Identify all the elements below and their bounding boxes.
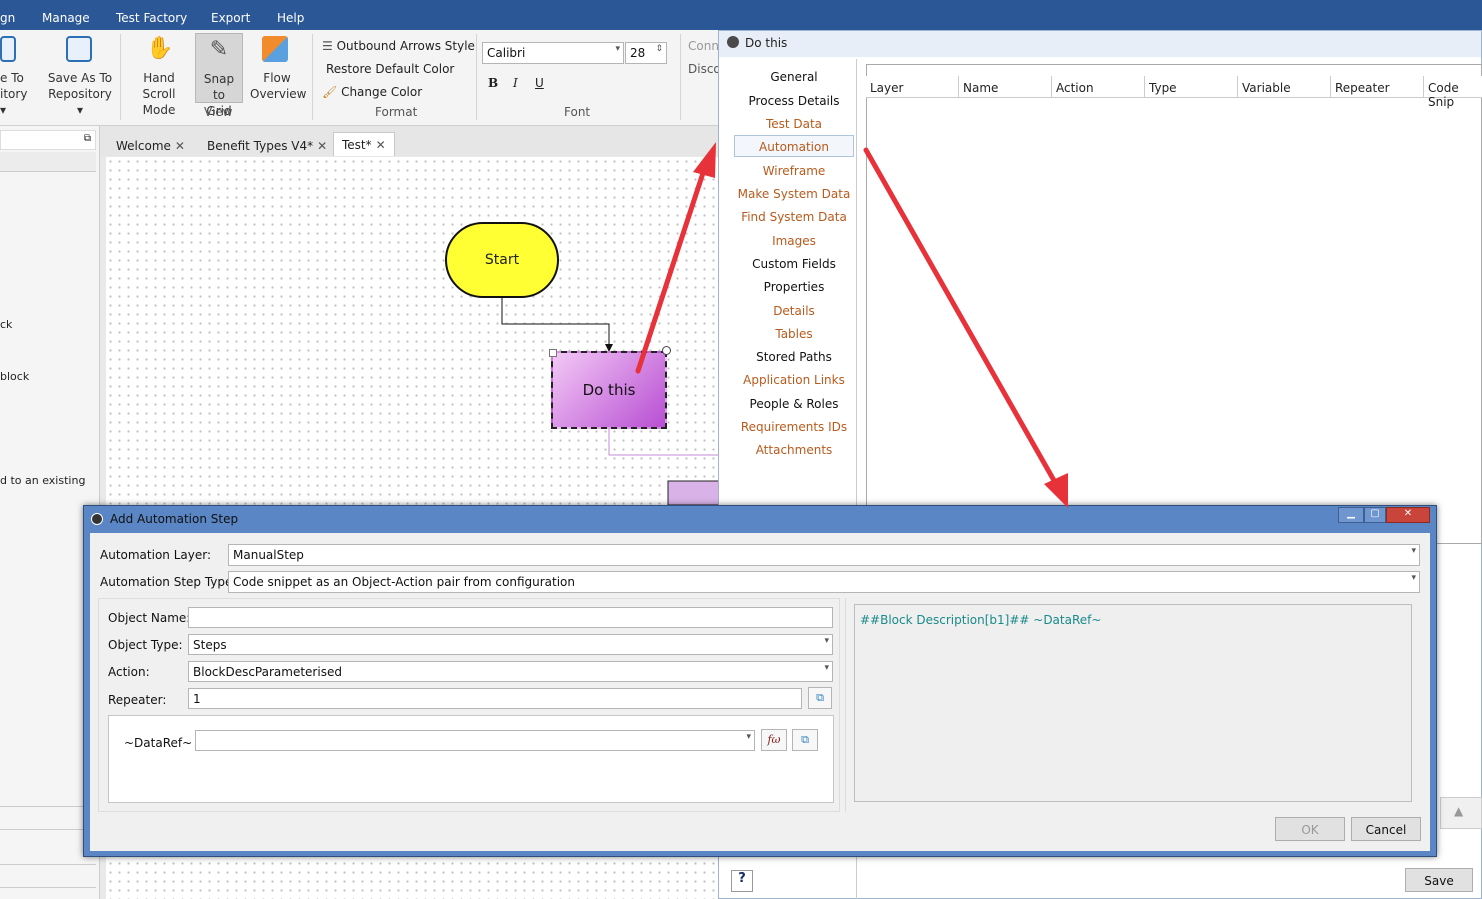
scroll-up-button[interactable]: ▲ — [1440, 797, 1482, 829]
repeater-lookup-button[interactable]: ⧉ — [808, 687, 832, 709]
dataref-panel — [108, 715, 834, 803]
start-node[interactable]: Start — [445, 222, 559, 298]
chevron-down-icon: ▾ — [1411, 546, 1416, 556]
column-header-layer[interactable]: Layer — [866, 76, 959, 98]
column-header-type[interactable]: Type — [1145, 76, 1238, 98]
column-header-variable[interactable]: Variable — [1238, 76, 1331, 98]
sidebar-item-images[interactable]: Images — [734, 234, 854, 248]
sidebar-item-tables[interactable]: Tables — [734, 327, 854, 341]
chevron-down-icon: ▾ — [746, 732, 751, 742]
sidebar-item-properties[interactable]: Properties — [734, 280, 854, 294]
automation-layer-select[interactable]: ManualStep ▾ — [228, 544, 1420, 566]
node-handle[interactable] — [549, 349, 557, 357]
sidebar-item-people-roles[interactable]: People & Roles — [734, 397, 854, 411]
sidebar-item-automation[interactable]: Automation — [734, 135, 854, 157]
function-icon: fω — [767, 733, 781, 746]
column-header-action[interactable]: Action — [1052, 76, 1145, 98]
column-header-repeater[interactable]: Repeater — [1331, 76, 1424, 98]
action-label: Action: — [108, 665, 150, 679]
minimize-icon: ▁ — [1347, 508, 1355, 519]
sidebar-item-make-system-data[interactable]: Make System Data — [734, 187, 854, 201]
object-type-label: Object Type: — [108, 638, 183, 652]
column-header-name[interactable]: Name — [959, 76, 1052, 98]
dialog-title: Add Automation Step — [110, 512, 239, 526]
connector-handle[interactable] — [662, 346, 671, 355]
sidebar-item-requirements-ids[interactable]: Requirements IDs — [734, 420, 854, 434]
function-button[interactable]: fω — [761, 729, 787, 751]
automation-layer-label: Automation Layer: — [100, 548, 211, 562]
maximize-button[interactable]: ▢ — [1364, 507, 1386, 523]
splitter[interactable] — [845, 598, 846, 812]
sidebar-item-process-details[interactable]: Process Details — [734, 94, 854, 108]
sidebar-item-wireframe[interactable]: Wireframe — [734, 164, 854, 178]
do-this-node[interactable]: Do this — [551, 351, 667, 429]
object-name-input[interactable] — [188, 607, 833, 628]
app-icon — [727, 36, 739, 48]
dataref-label: ~DataRef~ : — [124, 736, 201, 750]
code-preview-text: ##Block Description[b1]## ~DataRef~ — [860, 613, 1102, 627]
step-type-label: Automation Step Type: — [100, 575, 237, 589]
sidebar-item-stored-paths[interactable]: Stored Paths — [734, 350, 854, 364]
sidebar-item-application-links[interactable]: Application Links — [734, 373, 854, 387]
object-type-select[interactable]: Steps ▾ — [188, 634, 833, 655]
action-select[interactable]: BlockDescParameterised ▾ — [188, 661, 833, 682]
sidebar-item-test-data[interactable]: Test Data — [734, 117, 854, 131]
dataref-lookup-button[interactable]: ⧉ — [792, 729, 818, 751]
dataref-select[interactable]: ▾ — [195, 730, 755, 751]
repeater-input[interactable]: 1 — [188, 688, 802, 709]
app-icon — [91, 513, 103, 525]
maximize-icon: ▢ — [1370, 508, 1380, 519]
sidebar-item-attachments[interactable]: Attachments — [734, 443, 854, 457]
sidebar-item-custom-fields[interactable]: Custom Fields — [734, 257, 854, 271]
grid-header: Layer Name Action Type Variable Repeater… — [866, 76, 1482, 109]
chevron-down-icon: ▾ — [824, 663, 829, 673]
automation-grid[interactable] — [866, 64, 1482, 544]
arrow-up-icon: ▲ — [1454, 804, 1464, 818]
save-button[interactable]: Save — [1405, 868, 1473, 892]
copy-icon: ⧉ — [816, 691, 824, 704]
column-header-code-snippet[interactable]: Code Snip — [1424, 76, 1482, 109]
object-name-label: Object Name: — [108, 611, 191, 625]
sidebar-item-details[interactable]: Details — [734, 304, 854, 318]
step-type-select[interactable]: Code snippet as an Object-Action pair fr… — [228, 571, 1420, 593]
chevron-down-icon: ▾ — [824, 636, 829, 646]
chevron-down-icon: ▾ — [1411, 573, 1416, 583]
help-button[interactable]: ? — [731, 870, 753, 892]
copy-icon: ⧉ — [801, 733, 809, 746]
close-icon: ✕ — [1403, 508, 1413, 519]
repeater-label: Repeater: — [108, 693, 167, 707]
cancel-button[interactable]: Cancel — [1351, 817, 1421, 841]
minimize-button[interactable]: ▁ — [1338, 507, 1364, 523]
ok-button[interactable]: OK — [1275, 817, 1345, 841]
code-preview: ##Block Description[b1]## ~DataRef~ — [854, 604, 1412, 802]
help-icon: ? — [738, 871, 746, 886]
close-button[interactable]: ✕ — [1386, 507, 1430, 523]
window-title-bar: Do this — [719, 31, 1481, 57]
sidebar-item-general[interactable]: General — [734, 70, 854, 84]
sidebar-item-find-system-data[interactable]: Find System Data — [734, 210, 854, 224]
